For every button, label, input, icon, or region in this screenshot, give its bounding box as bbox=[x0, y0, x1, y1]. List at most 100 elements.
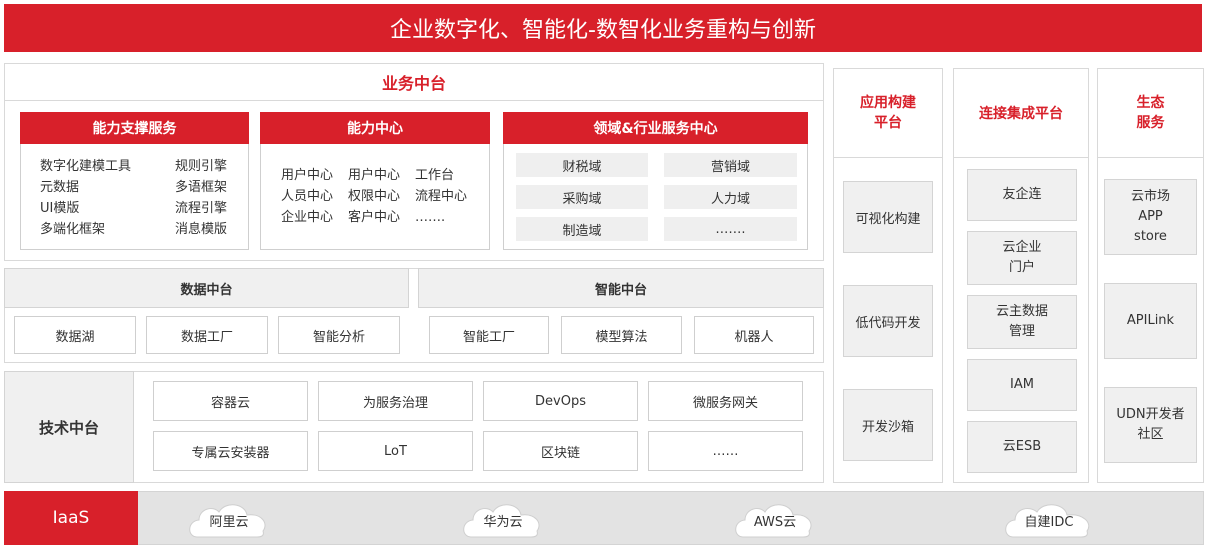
list-item: 规则引擎 bbox=[175, 159, 228, 174]
tech-item: LoT bbox=[318, 431, 473, 471]
item-label: …… bbox=[712, 443, 739, 459]
item-label: 友企连 bbox=[1002, 187, 1042, 202]
tech-item: 区块链 bbox=[483, 431, 638, 471]
list-item: 多语框架 bbox=[175, 180, 228, 195]
data-platform-header: 数据中台 bbox=[4, 268, 409, 308]
item-label: 数据工厂 bbox=[180, 329, 233, 345]
domain-cell: 营销域 bbox=[664, 153, 797, 177]
item-label: APILink bbox=[1126, 313, 1175, 328]
integration-title: 连接集成平台 bbox=[979, 105, 1063, 122]
cloud-provider: 自建IDC bbox=[999, 497, 1099, 541]
cloud-label: AWS云 bbox=[753, 515, 797, 530]
cloud-provider: 阿里云 bbox=[183, 497, 275, 541]
tech-platform-title: 技术中台 bbox=[38, 418, 99, 437]
capability-support-title: 能力支撑服务 bbox=[92, 121, 177, 137]
app-build-header: 应用构建 平台 bbox=[833, 68, 943, 158]
integration-item: 云企业 门户 bbox=[967, 231, 1077, 285]
business-platform-title: 业务中台 bbox=[381, 74, 446, 93]
main-title: 企业数字化、智能化-数智化业务重构与创新 bbox=[390, 18, 816, 43]
capability-center-title: 能力中心 bbox=[347, 121, 403, 137]
tech-item: 微服务网关 bbox=[648, 381, 803, 421]
cloud-label: 华为云 bbox=[483, 515, 523, 530]
integration-item: IAM bbox=[967, 359, 1077, 411]
item-label: 模型算法 bbox=[595, 329, 648, 345]
list-item: 多端化框架 bbox=[40, 222, 106, 237]
app-build-title: 应用构建 平台 bbox=[860, 94, 916, 131]
data-platform-title: 数据中台 bbox=[180, 282, 233, 298]
cloud-label: 自建IDC bbox=[1024, 515, 1074, 530]
item-label: 云主数据 管理 bbox=[995, 304, 1048, 339]
domain-center-title: 领域&行业服务中心 bbox=[593, 121, 718, 137]
tech-item: 容器云 bbox=[153, 381, 308, 421]
list-item: 工作台 bbox=[415, 168, 455, 183]
item-label: 容器云 bbox=[210, 395, 250, 411]
domain-cell-label: ……. bbox=[715, 221, 746, 237]
domain-cell-label: 制造域 bbox=[562, 223, 602, 239]
item-label: 云ESB bbox=[1002, 439, 1042, 454]
ecosystem-header: 生态 服务 bbox=[1097, 68, 1204, 158]
item-label: 可视化构建 bbox=[855, 211, 921, 227]
list-item: 企业中心 bbox=[281, 210, 334, 225]
list-item: 用户中心 bbox=[348, 168, 401, 183]
ai-platform-item: 机器人 bbox=[694, 316, 814, 354]
business-platform-header: 业务中台 bbox=[4, 63, 824, 101]
ai-platform-title: 智能中台 bbox=[594, 282, 647, 298]
tech-item: …… bbox=[648, 431, 803, 471]
list-item: UI模版 bbox=[40, 201, 80, 216]
item-label: DevOps bbox=[535, 393, 586, 409]
capability-support-header: 能力支撑服务 bbox=[20, 112, 249, 144]
item-label: 云市场 APP store bbox=[1130, 189, 1170, 244]
tech-item: 专属云安装器 bbox=[153, 431, 308, 471]
integration-item: 云ESB bbox=[967, 421, 1077, 473]
ai-platform-item: 智能工厂 bbox=[429, 316, 549, 354]
item-label: 机器人 bbox=[734, 329, 774, 345]
capability-support-left-list: 数字化建模工具 元数据 UI模版 多端化框架 bbox=[40, 156, 160, 240]
domain-cell-label: 营销域 bbox=[710, 159, 750, 175]
tech-platform-label-box: 技术中台 bbox=[4, 371, 134, 483]
item-label: 专属云安装器 bbox=[191, 445, 270, 461]
list-item: 数字化建模工具 bbox=[40, 159, 132, 174]
item-label: 低代码开发 bbox=[855, 315, 921, 331]
list-item: ……. bbox=[415, 210, 446, 225]
item-label: 智能工厂 bbox=[462, 329, 515, 345]
item-label: 云企业 门户 bbox=[1002, 240, 1042, 275]
domain-cell: ……. bbox=[664, 217, 797, 241]
item-label: UDN开发者 社区 bbox=[1116, 407, 1185, 442]
item-label: 微服务网关 bbox=[692, 395, 758, 411]
list-item: 流程中心 bbox=[415, 189, 468, 204]
cloud-provider: 华为云 bbox=[457, 497, 549, 541]
tech-item: DevOps bbox=[483, 381, 638, 421]
integration-item: 云主数据 管理 bbox=[967, 295, 1077, 349]
app-build-item: 开发沙箱 bbox=[843, 389, 933, 461]
app-build-item: 低代码开发 bbox=[843, 285, 933, 357]
integration-header: 连接集成平台 bbox=[953, 68, 1089, 158]
ecosystem-title: 生态 服务 bbox=[1136, 94, 1165, 131]
main-title-banner: 企业数字化、智能化-数智化业务重构与创新 bbox=[4, 4, 1202, 52]
capability-center-grid: 用户中心 用户中心 工作台 人员中心 权限中心 流程中心 企业中心 客户中心 …… bbox=[281, 165, 481, 228]
ecosystem-item: 云市场 APP store bbox=[1104, 179, 1197, 255]
domain-cell-label: 人力域 bbox=[710, 191, 750, 207]
list-item: 权限中心 bbox=[348, 189, 401, 204]
list-item: 人员中心 bbox=[281, 189, 334, 204]
item-label: 数据湖 bbox=[55, 329, 95, 345]
data-platform-item: 数据工厂 bbox=[146, 316, 268, 354]
domain-cell: 制造域 bbox=[516, 217, 648, 241]
integration-item: 友企连 bbox=[967, 169, 1077, 221]
data-platform-item: 智能分析 bbox=[278, 316, 400, 354]
domain-cell-label: 采购域 bbox=[562, 191, 602, 207]
list-item: 客户中心 bbox=[348, 210, 401, 225]
capability-support-right-list: 规则引擎 多语框架 流程引擎 消息模版 bbox=[175, 156, 245, 240]
cloud-provider: AWS云 bbox=[729, 497, 821, 541]
iaas-label-box: IaaS bbox=[4, 491, 138, 545]
list-item: 流程引擎 bbox=[175, 201, 228, 216]
tech-item: 为服务治理 bbox=[318, 381, 473, 421]
item-label: 为服务治理 bbox=[362, 395, 428, 411]
domain-cell: 人力域 bbox=[664, 185, 797, 209]
domain-cell: 采购域 bbox=[516, 185, 648, 209]
iaas-title: IaaS bbox=[52, 508, 90, 528]
item-label: 开发沙箱 bbox=[861, 419, 914, 435]
capability-center-header: 能力中心 bbox=[260, 112, 490, 144]
list-item: 元数据 bbox=[40, 180, 80, 195]
ecosystem-item: UDN开发者 社区 bbox=[1104, 387, 1197, 463]
data-platform-item: 数据湖 bbox=[14, 316, 136, 354]
